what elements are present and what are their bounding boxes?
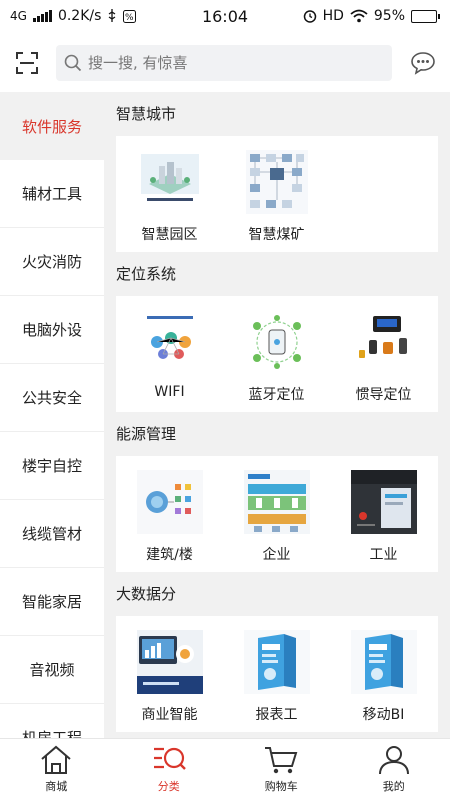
bluetooth-positioning-image: [252, 315, 301, 369]
search-header: [0, 40, 450, 86]
product-mobile-bi[interactable]: 移动BI: [330, 616, 437, 724]
product-label: 智慧煤矿: [248, 227, 305, 243]
sidebar-item-computer-peripherals[interactable]: 电脑外设: [0, 296, 104, 364]
bottom-tab-bar: 商城 分类 购物车 我的: [0, 738, 450, 800]
product-label: 智慧园区: [141, 227, 198, 243]
clock: 16:04: [201, 6, 249, 26]
section-title: 定位系统: [116, 265, 177, 283]
sidebar-item-label: 辅材工具: [21, 185, 82, 203]
product-label: WIFI: [154, 384, 185, 400]
battery-icon: [411, 9, 440, 23]
network-speed: 0.2K/s: [57, 8, 102, 24]
section-card-energy: 建筑/楼 企业 工业: [116, 456, 438, 572]
sidebar-item-label: 火灾消防: [21, 253, 82, 271]
industrial-energy-image: [350, 470, 417, 534]
product-industrial-energy[interactable]: 工业: [330, 456, 437, 564]
smart-coal-mine-image: [245, 150, 308, 214]
sidebar-item-public-security[interactable]: 公共安全: [0, 364, 104, 432]
section-title: 能源管理: [116, 425, 177, 443]
section-card-big-data: 商业智能 报表工 移动BI: [116, 616, 438, 732]
signal-icon: [32, 10, 52, 22]
enterprise-energy-image: [243, 470, 310, 534]
alarm-icon: [303, 10, 316, 23]
category-content: 软件服务 辅材工具 火灾消防 电脑外设 公共安全 楼宇自控 线缆管材 智能家居 …: [0, 92, 450, 738]
chat-bubble-icon: [411, 52, 435, 75]
product-smart-park[interactable]: 智慧园区: [116, 136, 223, 244]
product-label: 移动BI: [362, 707, 405, 723]
message-button[interactable]: [408, 48, 438, 78]
product-label: 商业智能: [141, 707, 198, 723]
svg-text:%: %: [125, 13, 134, 23]
sidebar-item-auxiliary-tools[interactable]: 辅材工具: [0, 160, 104, 228]
network-type: 4G: [10, 9, 27, 23]
sidebar-item-smart-home[interactable]: 智能家居: [0, 568, 104, 636]
product-label: 工业: [369, 547, 398, 563]
sidebar-item-label: 软件服务: [21, 117, 82, 136]
hd-indicator: HD: [322, 8, 344, 24]
product-building-energy[interactable]: 建筑/楼: [116, 456, 223, 564]
tab-mall[interactable]: 商城: [0, 739, 113, 800]
report-tool-image: [243, 630, 310, 694]
search-input[interactable]: [88, 54, 368, 72]
product-smart-coal-mine[interactable]: 智慧煤矿: [223, 136, 330, 244]
home-icon: [41, 745, 71, 774]
search-box[interactable]: [56, 45, 392, 81]
sidebar-item-label: 音视频: [29, 661, 75, 679]
tab-cart[interactable]: 购物车: [225, 739, 338, 800]
smart-park-image: [140, 154, 199, 201]
wifi-positioning-image: [146, 316, 193, 359]
product-label: 蓝牙定位: [248, 387, 305, 403]
usb-icon: [109, 9, 116, 22]
product-enterprise-energy[interactable]: 企业: [223, 456, 330, 564]
sidebar-item-label: 公共安全: [21, 389, 82, 407]
battery-percent: 95%: [373, 8, 405, 24]
building-energy-image: [136, 470, 203, 534]
product-inertial-navigation[interactable]: 惯导定位: [330, 296, 437, 404]
sidebar-item-cables-pipes[interactable]: 线缆管材: [0, 500, 104, 568]
sidebar-item-fire-protection[interactable]: 火灾消防: [0, 228, 104, 296]
tab-label: 商城: [45, 780, 68, 793]
product-label: 建筑/楼: [146, 547, 193, 563]
mobile-bi-image: [350, 630, 417, 694]
search-icon: [64, 54, 82, 72]
notification-icon: %: [123, 9, 137, 23]
section-card-positioning: WIFI 蓝牙定位 惯导定位: [116, 296, 438, 412]
tab-category[interactable]: 分类: [113, 739, 226, 800]
sidebar-item-label: 线缆管材: [21, 525, 82, 543]
product-label: 惯导定位: [355, 387, 412, 403]
sidebar-item-building-automation[interactable]: 楼宇自控: [0, 432, 104, 500]
tab-label: 购物车: [264, 780, 298, 793]
section-card-smart-city: 智慧园区 智慧煤矿: [116, 136, 438, 252]
sidebar-item-software-services[interactable]: 软件服务: [0, 92, 104, 160]
category-icon: [153, 747, 186, 770]
product-label: 企业: [262, 547, 291, 563]
sidebar-item-label: 电脑外设: [21, 321, 82, 339]
user-icon: [378, 746, 409, 775]
status-bar: 4G 0.2K/s % 16:04 HD 95%: [0, 0, 450, 32]
inertial-navigation-image: [358, 316, 407, 358]
business-intelligence-image: [136, 630, 203, 694]
sidebar-item-label: 机房工程: [21, 729, 82, 738]
product-label: 报表工: [255, 707, 298, 723]
section-title: 智慧城市: [116, 105, 177, 123]
scan-icon: [16, 52, 38, 74]
category-main: 智慧城市 智慧园区 智慧煤矿 定位系统 WIFI 蓝牙定位 惯导定位 能源管理 …: [104, 92, 450, 738]
sidebar-item-label: 楼宇自控: [21, 457, 82, 475]
tab-label: 我的: [382, 780, 405, 793]
tab-label: 分类: [157, 780, 180, 793]
product-bluetooth-positioning[interactable]: 蓝牙定位: [223, 296, 330, 404]
cart-icon: [265, 747, 298, 774]
product-wifi-positioning[interactable]: WIFI: [116, 296, 223, 400]
sidebar-item-label: 智能家居: [21, 593, 82, 611]
product-report-tool[interactable]: 报表工: [223, 616, 330, 724]
sidebar-item-server-room[interactable]: 机房工程: [0, 704, 104, 738]
tab-mine[interactable]: 我的: [338, 739, 450, 800]
scan-button[interactable]: [12, 48, 42, 78]
section-title: 大数据分: [116, 585, 177, 603]
category-sidebar: 软件服务 辅材工具 火灾消防 电脑外设 公共安全 楼宇自控 线缆管材 智能家居 …: [0, 92, 104, 738]
wifi-icon: [350, 9, 368, 23]
sidebar-item-audio-video[interactable]: 音视频: [0, 636, 104, 704]
product-business-intelligence[interactable]: 商业智能: [116, 616, 223, 724]
